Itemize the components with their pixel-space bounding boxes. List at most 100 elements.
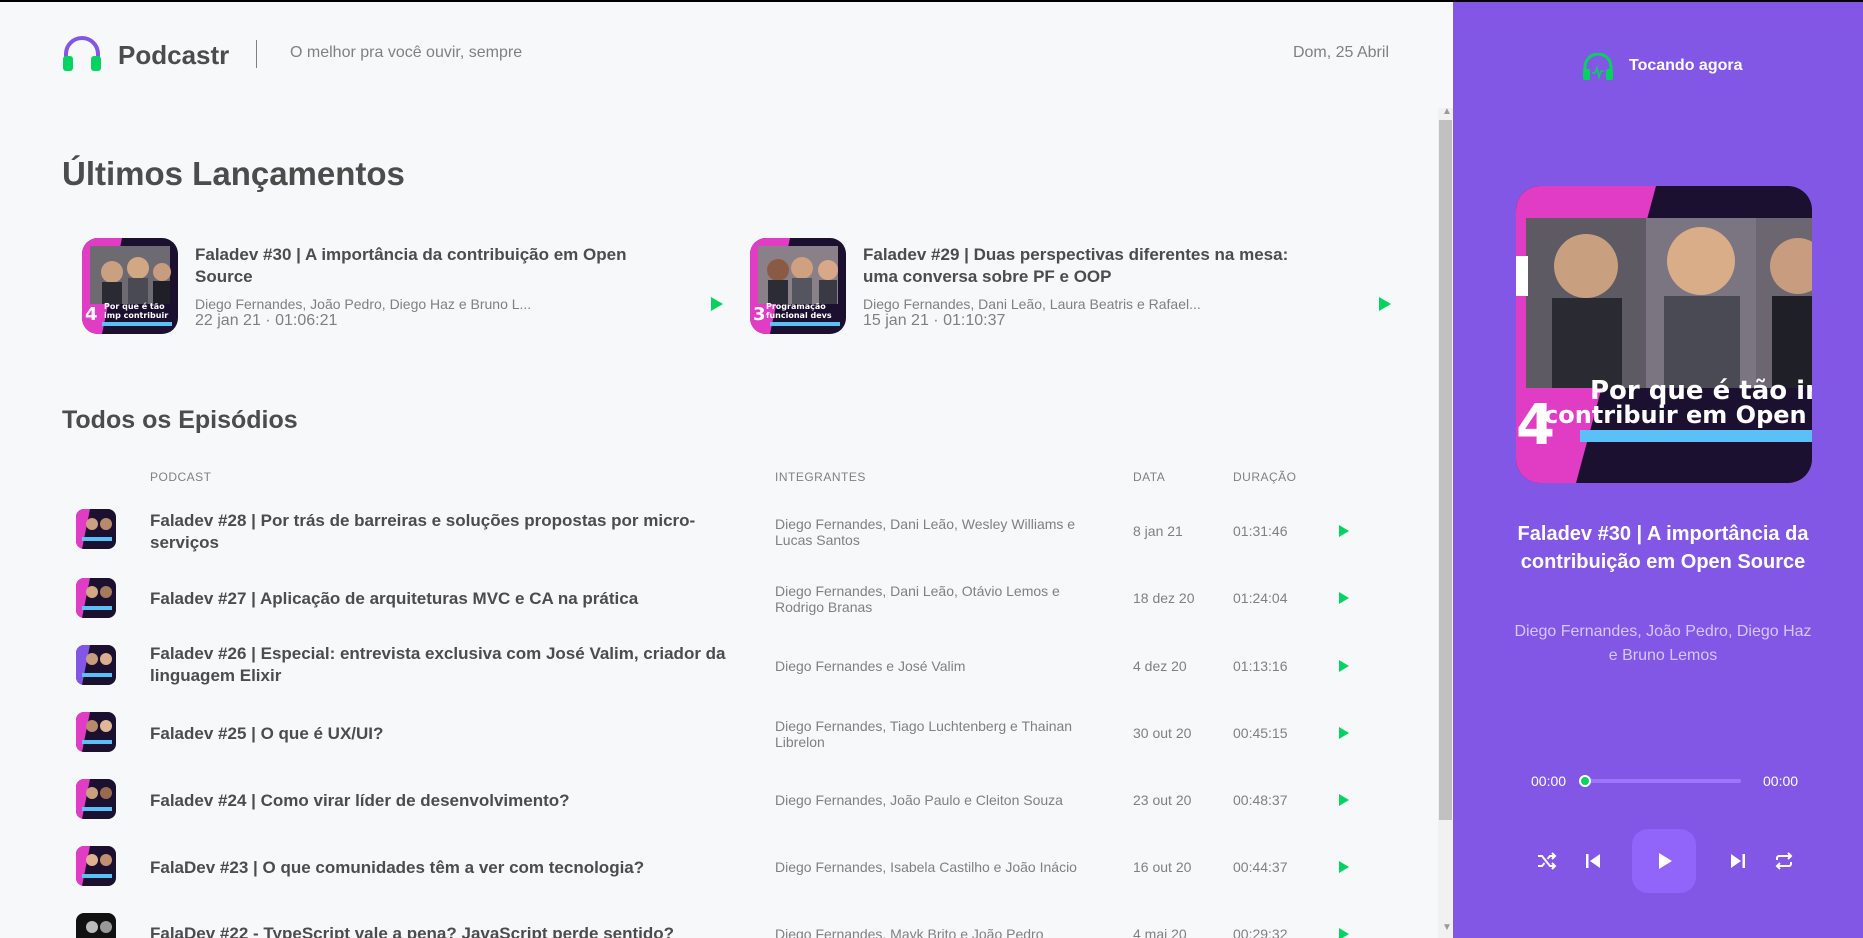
episode-thumbnail: 4 Por que é tão imp contribuir em Open S <box>82 238 178 334</box>
episode-duration: 01:31:46 <box>1233 523 1288 539</box>
episode-date: 4 dez 20 <box>1133 658 1187 674</box>
progress-slider-handle[interactable] <box>1579 775 1591 787</box>
episode-members: Diego Fernandes, Dani Leão, Laura Beatri… <box>863 296 1201 312</box>
table-row[interactable]: Faladev #24 | Como virar líder de desenv… <box>62 767 1362 834</box>
column-header-members: INTEGRANTES <box>775 470 866 484</box>
latest-episode-card[interactable]: 3 Programação funcional devs orientados … <box>730 238 1391 336</box>
episode-title[interactable]: FalaDev #23 | O que comunidades têm a ve… <box>150 857 740 879</box>
episode-duration: 01:13:16 <box>1233 658 1288 674</box>
next-button[interactable] <box>1726 849 1750 873</box>
all-episodes-heading: Todos os Episódios <box>62 406 298 434</box>
episode-duration: 01:24:04 <box>1233 590 1288 606</box>
episode-date: 23 out 20 <box>1133 792 1192 808</box>
episode-meta: 15 jan 21 · 01:10:37 <box>863 312 1005 330</box>
episode-thumbnail <box>76 712 116 752</box>
play-icon[interactable] <box>1334 925 1352 938</box>
episode-duration: 01:10:37 <box>943 312 1006 329</box>
play-icon[interactable] <box>1334 657 1352 675</box>
episode-meta: 22 jan 21 · 01:06:21 <box>195 312 337 330</box>
current-time: 00:00 <box>1531 773 1567 789</box>
episode-date: 15 jan 21 <box>863 312 929 329</box>
episode-thumbnail <box>76 846 116 886</box>
repeat-button[interactable] <box>1772 849 1796 873</box>
latest-episode-card[interactable]: 4 Por que é tão imp contribuir em Open S… <box>62 238 723 336</box>
episode-duration: 00:45:15 <box>1233 725 1288 741</box>
play-icon[interactable] <box>1334 858 1352 876</box>
table-row[interactable]: Faladev #26 | Especial: entrevista exclu… <box>62 633 1362 700</box>
main-content: Podcastr O melhor pra você ouvir, sempre… <box>0 0 1453 938</box>
column-header-date: DATA <box>1133 470 1166 484</box>
previous-button[interactable] <box>1581 849 1605 873</box>
episode-members: Diego Fernandes, Isabela Castilho e João… <box>775 859 1077 875</box>
meta-separator: · <box>265 312 276 329</box>
scroll-down-arrow-icon[interactable]: ▼ <box>1442 922 1452 933</box>
table-row[interactable]: FalaDev #23 | O que comunidades têm a ve… <box>62 834 1362 901</box>
play-button[interactable] <box>1632 829 1696 893</box>
scroll-up-arrow-icon[interactable]: ▲ <box>1442 106 1452 117</box>
skip-next-icon <box>1731 854 1745 868</box>
episode-thumbnail <box>76 913 116 938</box>
episode-duration: 00:44:37 <box>1233 859 1288 875</box>
play-icon[interactable] <box>1334 791 1352 809</box>
player-episode-members: Diego Fernandes, João Pedro, Diego Haz e… <box>1514 623 1812 664</box>
episode-members: Diego Fernandes, Mayk Brito e João Pedro <box>775 926 1044 938</box>
svg-text:3: 3 <box>753 304 766 325</box>
shuffle-button[interactable] <box>1535 849 1559 873</box>
episode-title[interactable]: Faladev #25 | O que é UX/UI? <box>150 723 740 745</box>
episode-title[interactable]: Faladev #24 | Como virar líder de desenv… <box>150 790 740 812</box>
scrollbar-thumb[interactable] <box>1439 120 1452 820</box>
episode-date: 18 dez 20 <box>1133 590 1195 606</box>
episode-thumbnail <box>76 779 116 819</box>
episode-date: 22 jan 21 <box>195 312 261 329</box>
episode-title[interactable]: Faladev #30 | A importância da contribui… <box>195 244 635 288</box>
total-time: 00:00 <box>1763 773 1799 789</box>
column-header-podcast: PODCAST <box>150 470 212 484</box>
table-row[interactable]: Faladev #28 | Por trás de barreiras e so… <box>62 498 1362 565</box>
episode-title[interactable]: FalaDev #22 - TypeScript vale a pena? Ja… <box>150 923 740 938</box>
episode-date: 30 out 20 <box>1133 725 1192 741</box>
window-top-edge <box>0 0 1863 2</box>
episode-duration: 00:48:37 <box>1233 792 1288 808</box>
tagline: O melhor pra você ouvir, sempre <box>290 44 523 61</box>
episode-members: Diego Fernandes, Dani Leão, Wesley Willi… <box>775 516 1076 548</box>
episode-title[interactable]: Faladev #28 | Por trás de barreiras e so… <box>150 510 740 554</box>
progress-slider[interactable] <box>1583 779 1741 783</box>
episode-date: 8 jan 21 <box>1133 523 1183 539</box>
episode-title[interactable]: Faladev #26 | Especial: entrevista exclu… <box>150 643 740 687</box>
cover-caption-line2: contribuir em Open S <box>1544 401 1812 429</box>
column-header-duration: DURAÇÃO <box>1233 470 1297 484</box>
episode-cover-image: 4 Por que é tão imp contribuir em Open S <box>1516 186 1812 483</box>
play-icon[interactable] <box>1374 294 1394 314</box>
thumbnail-caption: Por que é tão imp contribuir em Open S <box>104 302 169 320</box>
episode-thumbnail <box>76 578 116 618</box>
app-name: Podcastr <box>118 40 230 70</box>
table-row[interactable]: FalaDev #22 - TypeScript vale a pena? Ja… <box>62 901 1362 938</box>
latest-heading: Últimos Lançamentos <box>62 155 405 192</box>
play-icon[interactable] <box>1334 589 1352 607</box>
header: Podcastr O melhor pra você ouvir, sempre… <box>0 0 1453 108</box>
repeat-icon <box>1775 852 1793 870</box>
episode-thumbnail: 3 Programação funcional devs orientados … <box>750 238 846 334</box>
thumbnail-caption: Programação funcional devs orientados a … <box>766 302 832 320</box>
play-icon[interactable] <box>1334 724 1352 742</box>
episode-members: Diego Fernandes, João Pedro, Diego Haz e… <box>195 296 532 312</box>
episode-duration: 01:06:21 <box>275 312 338 329</box>
episode-title[interactable]: Faladev #29 | Duas perspectivas diferent… <box>863 244 1303 288</box>
current-date: Dom, 25 Abril <box>1292 44 1389 61</box>
svg-text:4: 4 <box>85 304 98 325</box>
play-icon[interactable] <box>1334 522 1352 540</box>
episode-date: 16 out 20 <box>1133 859 1192 875</box>
episode-duration: 00:29:32 <box>1233 926 1288 938</box>
skip-previous-icon <box>1586 854 1600 868</box>
table-row[interactable]: Faladev #27 | Aplicação de arquiteturas … <box>62 565 1362 632</box>
shuffle-icon <box>1538 852 1557 870</box>
play-icon[interactable] <box>706 294 726 314</box>
episode-members: Diego Fernandes, João Paulo e Cleiton So… <box>775 792 1063 808</box>
meta-separator: · <box>933 312 944 329</box>
episode-members: Diego Fernandes, Dani Leão, Otávio Lemos… <box>775 583 1060 615</box>
playing-headphones-icon <box>1583 53 1613 80</box>
headphones-logo-icon <box>63 36 101 71</box>
table-row[interactable]: Faladev #25 | O que é UX/UI? Diego Ferna… <box>62 700 1362 767</box>
episode-title[interactable]: Faladev #27 | Aplicação de arquiteturas … <box>150 588 740 610</box>
player-episode-title: Faladev #30 | A importância da contribui… <box>1517 523 1809 573</box>
